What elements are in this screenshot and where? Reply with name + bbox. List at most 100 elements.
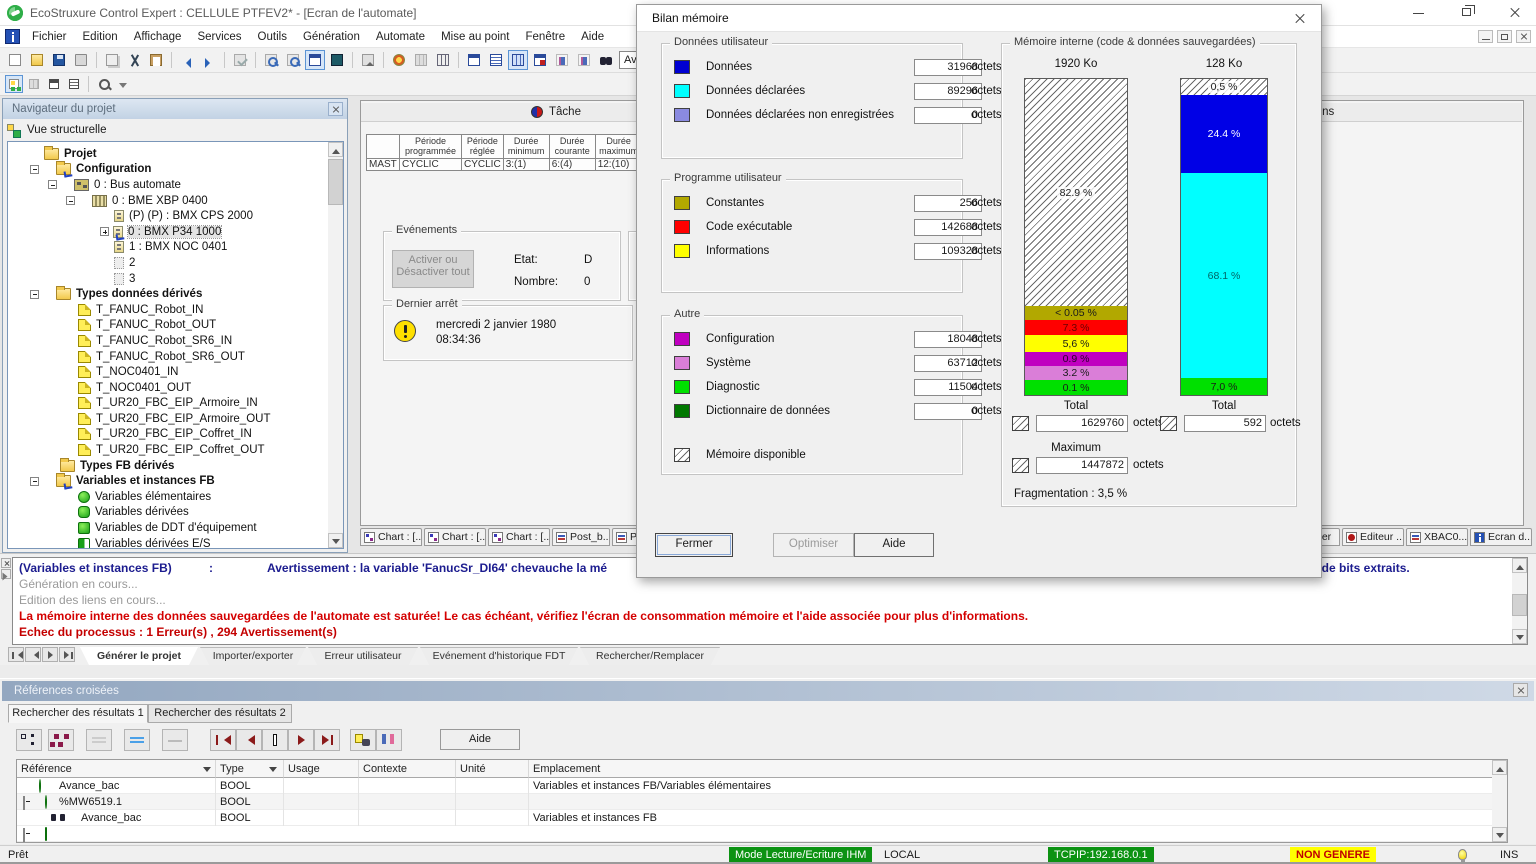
tab-resultats-1[interactable]: Rechercher des résultats 1 [8, 704, 148, 723]
menu-mise-au-point[interactable]: Mise au point [433, 31, 517, 43]
collapse-icon[interactable] [66, 196, 75, 205]
col-emplacement[interactable]: Emplacement [529, 760, 1508, 778]
collapse-all-icon[interactable] [86, 729, 112, 751]
menu-edition[interactable]: Edition [75, 31, 126, 43]
output-expand-icon[interactable] [1, 569, 11, 579]
menu-generation[interactable]: Génération [295, 31, 368, 43]
mdi-close-button[interactable] [1516, 30, 1531, 43]
col-reference[interactable]: Référence [17, 760, 216, 778]
scroll-up-icon[interactable] [328, 142, 343, 157]
optimiser-button[interactable]: Optimiser [773, 533, 854, 557]
paste-icon[interactable] [146, 50, 166, 70]
tree-item-ddt[interactable]: T_UR20_FBC_EIP_Armoire_OUT [8, 411, 327, 427]
expand-all-icon[interactable] [124, 729, 150, 751]
scrollbar-thumb[interactable] [328, 159, 343, 205]
tab-evenement-fdt[interactable]: Evénement d'historique FDT [420, 647, 578, 665]
scroll-up-icon[interactable] [1492, 760, 1507, 775]
document-icon[interactable] [5, 29, 20, 44]
tree-item-ddt[interactable]: T_NOC0401_IN [8, 364, 327, 380]
tree-item-slot2[interactable]: 2 [8, 255, 327, 271]
next-tab-icon[interactable] [42, 647, 58, 662]
mdi-restore-button[interactable] [1497, 30, 1512, 43]
menu-aide[interactable]: Aide [573, 31, 612, 43]
tree-item-var-ddt[interactable]: Variables de DDT d'équipement [8, 520, 327, 536]
mdi-minimize-button[interactable] [1478, 30, 1493, 43]
log-scrollbar[interactable] [1512, 558, 1527, 644]
mdi-tab-chart3[interactable]: Chart : [.. [488, 528, 550, 546]
scrollbar-thumb[interactable] [1512, 594, 1527, 616]
open-file-icon[interactable] [27, 50, 47, 70]
menu-services[interactable]: Services [189, 31, 249, 43]
undo-icon[interactable] [177, 50, 197, 70]
tile-window-icon[interactable] [45, 75, 63, 93]
collapse-icon[interactable] [30, 165, 39, 174]
scroll-up-icon[interactable] [1512, 558, 1527, 573]
col-contexte[interactable]: Contexte [359, 760, 456, 778]
fermer-button[interactable]: Fermer [655, 533, 733, 557]
tree-item-cps[interactable]: (P) (P) : BMX CPS 2000 [8, 208, 327, 224]
print-icon[interactable] [71, 50, 91, 70]
tree-item-ddt[interactable]: T_UR20_FBC_EIP_Coffret_OUT [8, 442, 327, 458]
structural-view-tab[interactable]: Vue structurelle [7, 121, 106, 139]
structural-view-icon[interactable] [5, 75, 23, 93]
minimize-button[interactable] [1404, 4, 1434, 22]
search-binoculars-icon[interactable] [596, 50, 616, 70]
output-close-icon[interactable] [1, 558, 11, 568]
go-first-icon[interactable] [210, 729, 236, 751]
tree-item-ddt-types[interactable]: Types données dérivés [8, 286, 327, 302]
menu-fenetre[interactable]: Fenêtre [518, 31, 574, 43]
col-usage[interactable]: Usage [284, 760, 359, 778]
menu-fichier[interactable]: Fichier [24, 31, 75, 43]
first-tab-icon[interactable] [8, 647, 24, 662]
tab-rechercher-remplacer[interactable]: Rechercher/Remplacer [580, 647, 720, 665]
validate-icon[interactable] [230, 50, 250, 70]
replace-a1-icon[interactable] [552, 50, 572, 70]
bar2-total-field[interactable]: 592 [1184, 415, 1266, 432]
tree-item-ddt[interactable]: T_FANUC_Robot_SR6_IN [8, 333, 327, 349]
tab-resultats-2[interactable]: Rechercher des résultats 2 [148, 704, 292, 723]
redo-icon[interactable] [199, 50, 219, 70]
collapse-icon[interactable] [30, 477, 39, 486]
go-prev-icon[interactable] [236, 729, 262, 751]
table-row[interactable]: Avance_bac BOOL Variables et instances F… [17, 810, 1508, 826]
crossref-scrollbar[interactable] [1492, 760, 1507, 842]
table-row[interactable]: %MW6519.1 BOOL [17, 794, 1508, 810]
last-tab-icon[interactable] [59, 647, 75, 662]
replace-a2-icon[interactable] [574, 50, 594, 70]
mdi-tab-chart2[interactable]: Chart : [.. [424, 528, 486, 546]
tree-item-ddt[interactable]: T_FANUC_Robot_IN [8, 302, 327, 318]
animation-table-icon[interactable] [508, 50, 528, 70]
grid-disabled-icon[interactable] [411, 50, 431, 70]
screen-icon[interactable] [327, 50, 347, 70]
search-variable-icon[interactable] [350, 729, 376, 751]
sort-icon[interactable] [269, 767, 277, 776]
cascade-window-icon[interactable] [65, 75, 83, 93]
tree-item-slot3[interactable]: 3 [8, 271, 327, 287]
close-button[interactable] [1500, 4, 1530, 22]
tree-view-icon[interactable] [16, 729, 42, 751]
go-next-icon[interactable] [288, 729, 314, 751]
prev-tab-icon[interactable] [25, 647, 41, 662]
cut-icon[interactable] [124, 50, 144, 70]
collapse-icon[interactable] [30, 290, 39, 299]
type-filter-icon[interactable] [376, 729, 402, 751]
table-row[interactable] [17, 826, 1508, 842]
col-unite[interactable]: Unité [456, 760, 529, 778]
tree-item-cpu[interactable]: 0 : BMX P34 1000 [8, 224, 327, 240]
aide-button[interactable]: Aide [854, 533, 934, 557]
single-level-icon[interactable] [162, 729, 188, 751]
tree-item-ddt[interactable]: T_FANUC_Robot_SR6_OUT [8, 349, 327, 365]
tree-item-bus-automate[interactable]: 0 : Bus automate [8, 177, 327, 193]
navigator-close-icon[interactable] [328, 102, 343, 116]
tab-importer-exporter[interactable]: Importer/exporter [200, 647, 306, 665]
dialog-close-icon[interactable] [1285, 8, 1315, 28]
tree-item-noc[interactable]: 1 : BMX NOC 0401 [8, 240, 327, 256]
scroll-down-icon[interactable] [1512, 629, 1527, 644]
crossref-close-icon[interactable] [1513, 683, 1528, 697]
tab-erreur-utilisateur[interactable]: Erreur utilisateur [308, 647, 418, 665]
mdi-tab-xbac[interactable]: XBAC0... [1406, 528, 1468, 546]
search-zoom-icon[interactable] [283, 50, 303, 70]
go-current-icon[interactable] [262, 729, 288, 751]
collapse-icon[interactable] [23, 796, 25, 810]
flat-view-icon[interactable] [48, 729, 74, 751]
